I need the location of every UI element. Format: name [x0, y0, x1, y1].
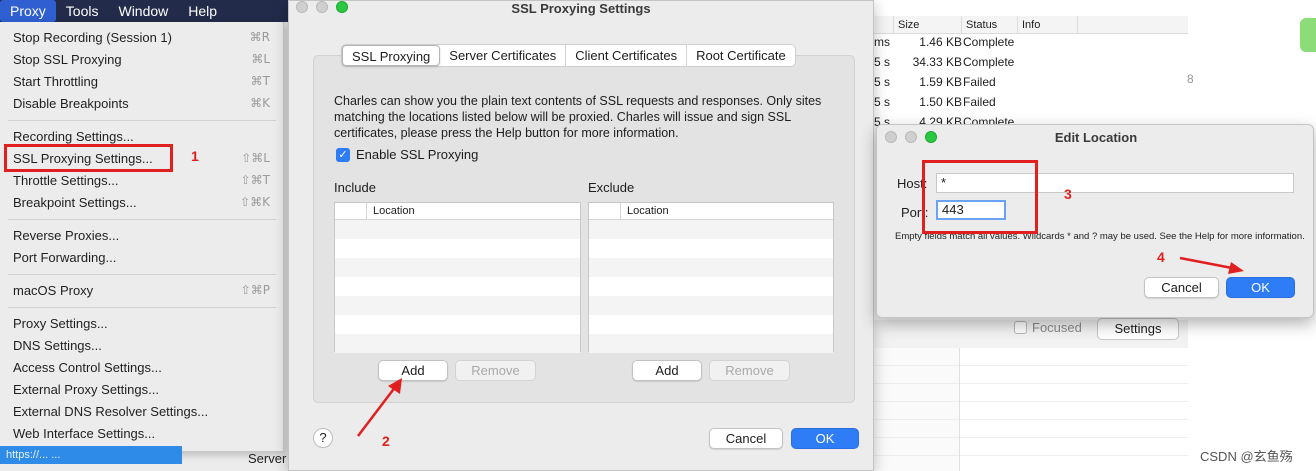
- menu-item-breakpoint-settings[interactable]: Breakpoint Settings... ⇧⌘K: [0, 191, 284, 213]
- watermark: CSDN @玄鱼殇: [1200, 449, 1293, 464]
- menu-separator: [8, 219, 276, 220]
- header-info-col[interactable]: Info: [1018, 16, 1078, 33]
- menu-item-reverse-proxies[interactable]: Reverse Proxies...: [0, 224, 284, 246]
- menu-separator: [8, 120, 276, 121]
- menu-item-stop-ssl-proxying[interactable]: Stop SSL Proxying ⌘L: [0, 48, 284, 70]
- menu-item-dns-settings[interactable]: DNS Settings...: [0, 334, 284, 356]
- exclude-table[interactable]: Location: [588, 202, 834, 353]
- header-status-col[interactable]: Status: [962, 16, 1018, 33]
- menu-proxy[interactable]: Proxy: [0, 0, 56, 22]
- menu-separator: [8, 274, 276, 275]
- focused-label: Focused: [1032, 320, 1082, 335]
- include-location-col[interactable]: Location: [367, 203, 415, 219]
- menu-item-start-throttling[interactable]: Start Throttling ⌘T: [0, 70, 284, 92]
- focused-checkbox[interactable]: Focused: [1014, 320, 1082, 335]
- edit-dialog-title: Edit Location: [1054, 130, 1138, 145]
- include-remove-button[interactable]: Remove: [455, 360, 536, 381]
- exclude-label: Exclude: [588, 180, 635, 195]
- menu-item-web-interface-settings[interactable]: Web Interface Settings...: [0, 422, 284, 444]
- tab-bar: SSL Proxying Server Certificates Client …: [341, 44, 796, 67]
- menu-tools[interactable]: Tools: [56, 0, 109, 22]
- table-row[interactable]: 5 s 34.33 KB Complete: [872, 52, 1188, 72]
- include-label: Include: [334, 180, 376, 195]
- exclude-table-body: [589, 220, 833, 353]
- focused-checkbox-box[interactable]: [1014, 321, 1027, 334]
- ssl-description: Charles can show you the plain text cont…: [334, 94, 822, 140]
- annotation-arrow-4: [1179, 256, 1244, 274]
- ssl-cancel-button[interactable]: Cancel: [709, 428, 783, 449]
- tab-ssl-proxying[interactable]: SSL Proxying: [342, 45, 441, 66]
- help-button[interactable]: ?: [313, 428, 333, 448]
- menu-item-stop-recording[interactable]: Stop Recording (Session 1) ⌘R: [0, 26, 284, 48]
- side-number: 8: [1187, 72, 1194, 86]
- annotation-arrow-2: [357, 378, 402, 437]
- annotation-box-3: [922, 160, 1038, 234]
- settings-button[interactable]: Settings: [1097, 318, 1179, 340]
- menu-help[interactable]: Help: [178, 0, 227, 22]
- edit-titlebar: Edit Location: [877, 130, 1315, 145]
- menu-item-macos-proxy[interactable]: macOS Proxy ⇧⌘P: [0, 279, 284, 301]
- include-table[interactable]: Location: [334, 202, 581, 353]
- include-table-body: [335, 220, 580, 353]
- ssl-dialog-title: SSL Proxying Settings: [511, 0, 651, 16]
- include-table-header: Location: [335, 203, 580, 220]
- tab-server-certificates[interactable]: Server Certificates: [440, 45, 567, 66]
- lower-list-right: [960, 348, 1188, 471]
- enable-ssl-proxying-row[interactable]: ✓ Enable SSL Proxying: [336, 147, 478, 162]
- annotation-box-1: [4, 144, 173, 172]
- exclude-table-header: Location: [589, 203, 833, 220]
- annotation-number-4: 4: [1157, 249, 1165, 265]
- menu-item-throttle-settings[interactable]: Throttle Settings... ⇧⌘T: [0, 169, 284, 191]
- menu-window[interactable]: Window: [108, 0, 178, 22]
- ssl-dialog-titlebar: SSL Proxying Settings: [289, 0, 873, 16]
- menu-item-proxy-settings[interactable]: Proxy Settings...: [0, 312, 284, 334]
- menu-item-external-proxy-settings[interactable]: External Proxy Settings...: [0, 378, 284, 400]
- tab-client-certificates[interactable]: Client Certificates: [566, 45, 688, 66]
- annotation-number-1: 1: [191, 148, 199, 164]
- server-label: Server: [248, 451, 287, 466]
- header-size-col[interactable]: Size: [894, 16, 962, 33]
- lower-list-left: [874, 348, 960, 471]
- enable-ssl-label: Enable SSL Proxying: [356, 147, 479, 162]
- enable-ssl-checkbox[interactable]: ✓: [336, 147, 350, 162]
- exclude-add-button[interactable]: Add: [632, 360, 702, 381]
- green-action-button[interactable]: [1300, 18, 1316, 52]
- menu-separator: [8, 307, 276, 308]
- tab-root-certificate[interactable]: Root Certificate: [687, 45, 795, 66]
- ssl-ok-button[interactable]: OK: [791, 428, 859, 449]
- edit-ok-button[interactable]: OK: [1226, 277, 1295, 298]
- header-time-col: [872, 16, 894, 33]
- edit-cancel-button[interactable]: Cancel: [1144, 277, 1219, 298]
- table-row[interactable]: 5 s 1.59 KB Failed: [872, 72, 1188, 92]
- annotation-number-3: 3: [1064, 186, 1072, 202]
- exclude-remove-button[interactable]: Remove: [709, 360, 790, 381]
- menu-item-port-forwarding[interactable]: Port Forwarding...: [0, 246, 284, 268]
- url-fragment: https://... ...: [0, 446, 182, 464]
- exclude-location-col[interactable]: Location: [621, 203, 669, 219]
- annotation-number-2: 2: [382, 433, 390, 449]
- menu-item-external-dns-resolver-settings[interactable]: External DNS Resolver Settings...: [0, 400, 284, 422]
- menu-item-disable-breakpoints[interactable]: Disable Breakpoints ⌘K: [0, 92, 284, 114]
- menu-bar: Proxy Tools Window Help: [0, 0, 290, 22]
- table-row[interactable]: ms 1.46 KB Complete: [872, 32, 1188, 52]
- proxy-dropdown-menu: Stop Recording (Session 1) ⌘R Stop SSL P…: [0, 22, 284, 452]
- menu-item-access-control-settings[interactable]: Access Control Settings...: [0, 356, 284, 378]
- table-row[interactable]: 5 s 1.50 KB Failed: [872, 92, 1188, 112]
